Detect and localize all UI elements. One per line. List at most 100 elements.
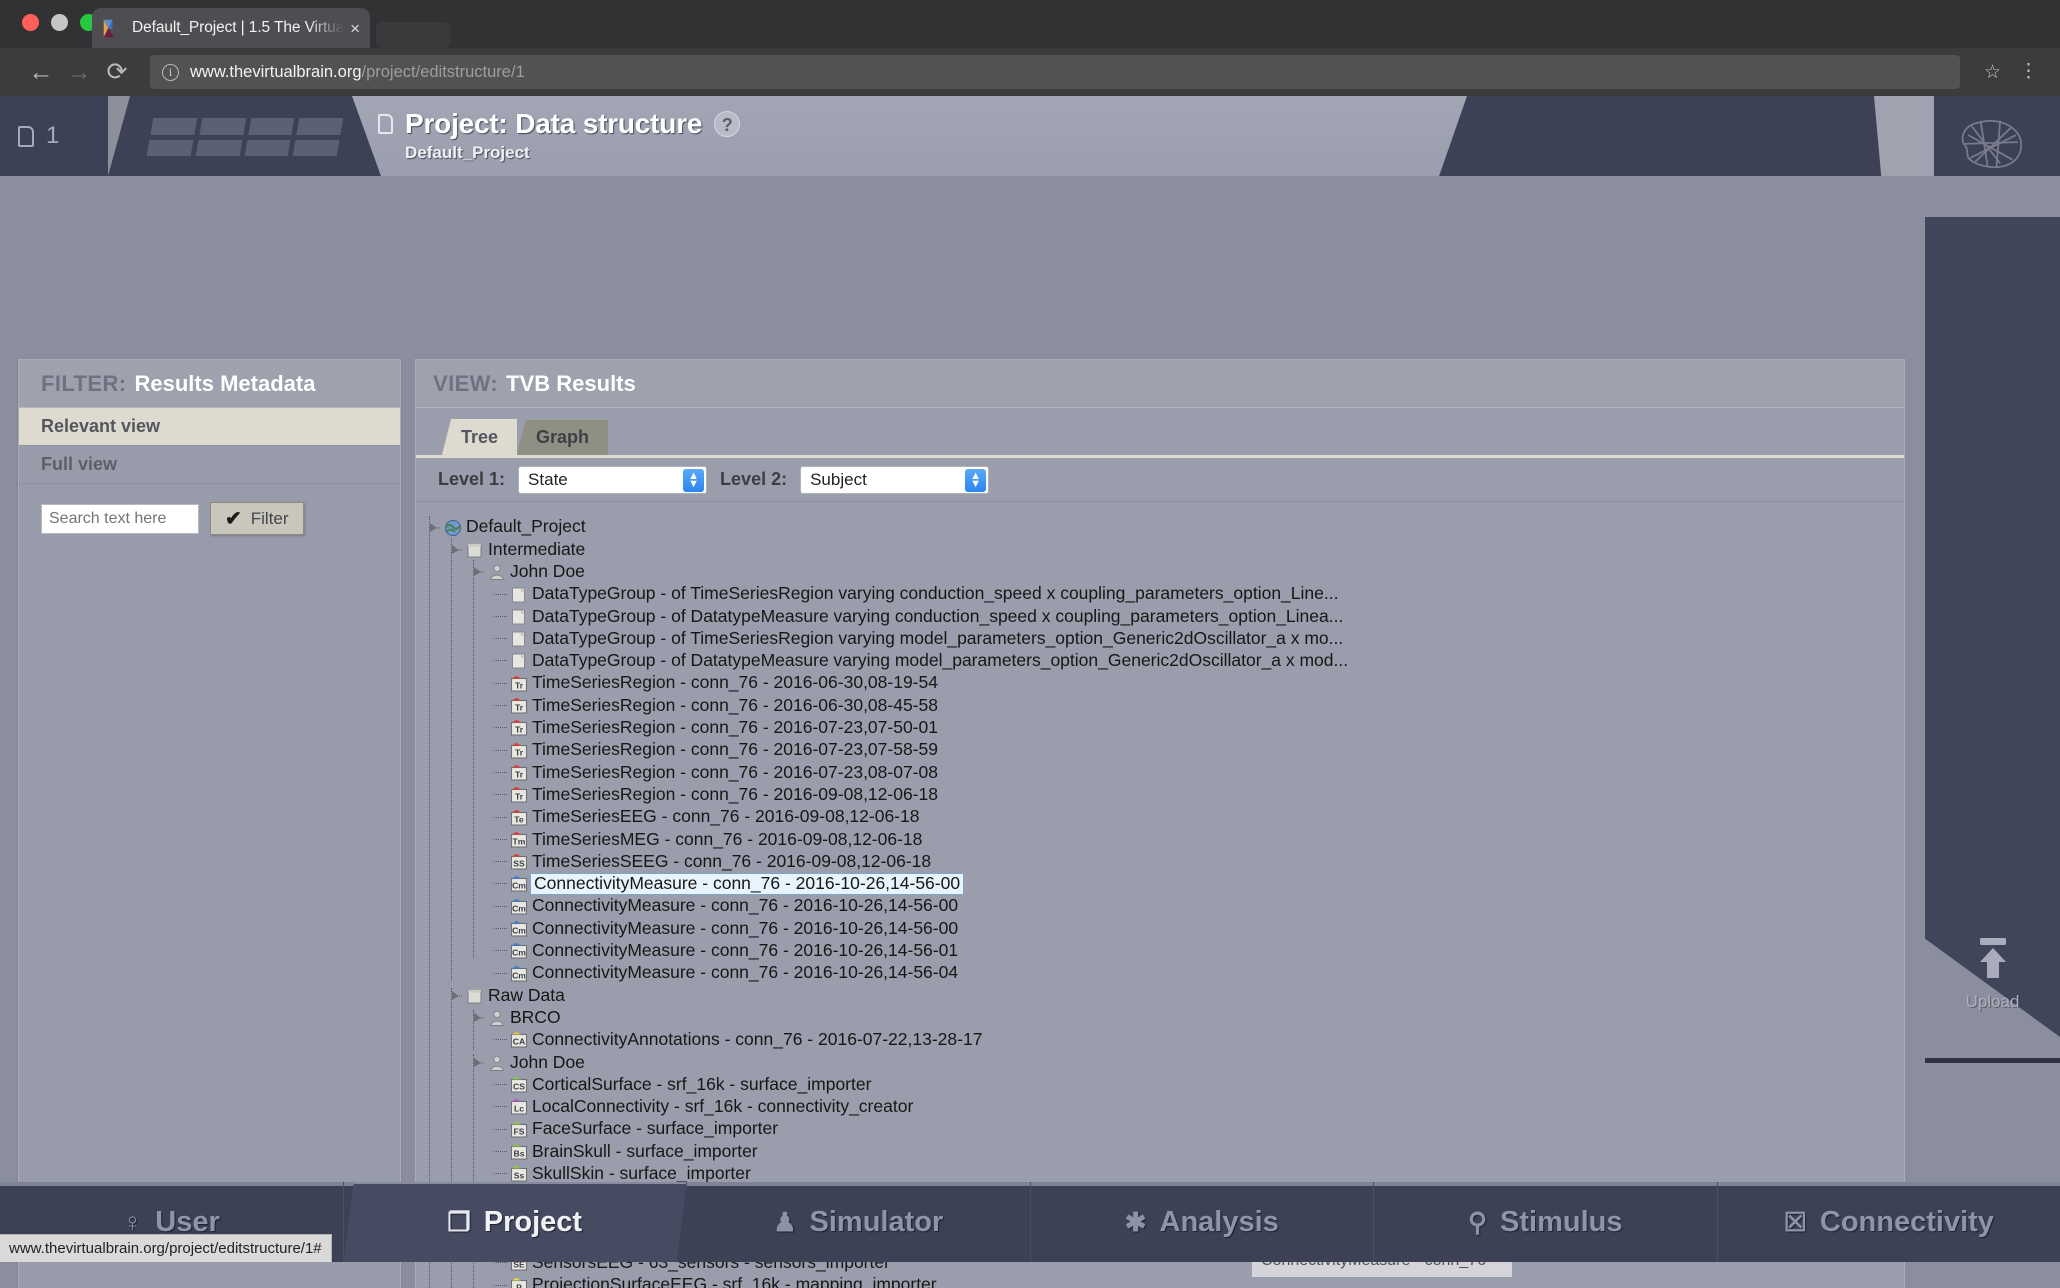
tree-node[interactable]: Tr TimeSeriesRegion - conn_76 - 2016-07-2…	[428, 717, 1904, 739]
bottom-nav-item-stimulus[interactable]: ⚲ Stimulus	[1374, 1182, 1718, 1262]
tree-node[interactable]: DataTypeGroup - of TimeSeriesRegion vary…	[428, 627, 1904, 649]
datatype-icon-fs: FS	[510, 1121, 528, 1138]
bottom-nav-item-connectivity[interactable]: ☒ Connectivity	[1718, 1182, 2060, 1262]
tree-node[interactable]: Cm ConnectivityMeasure - conn_76 - 2016-1…	[428, 940, 1904, 962]
chevron-updown-icon[interactable]: ▲ ▼	[683, 468, 705, 492]
svg-text:Cm: Cm	[512, 903, 526, 913]
tree-node[interactable]: BRCO	[428, 1007, 1904, 1029]
datatype-icon-cs: CS	[510, 1076, 528, 1093]
tree-node[interactable]: Tm TimeSeriesMEG - conn_76 - 2016-09-08,1…	[428, 828, 1904, 850]
close-icon[interactable]: ×	[350, 20, 360, 37]
close-window-button[interactable]	[22, 14, 39, 31]
filter-option-full-view[interactable]: Full view	[19, 446, 400, 484]
tree-node-label: TimeSeriesEEG - conn_76 - 2016-09-08,12-…	[532, 806, 920, 827]
tree-node[interactable]: DataTypeGroup - of TimeSeriesRegion vary…	[428, 583, 1904, 605]
browser-status-bar: www.thevirtualbrain.org/project/editstru…	[0, 1234, 332, 1262]
tab-graph[interactable]: Graph	[517, 419, 609, 455]
tree-node[interactable]: Cm ConnectivityMeasure - conn_76 - 2016-1…	[428, 872, 1904, 896]
tree-node[interactable]: Default_Project	[428, 516, 1904, 538]
level1-select[interactable]: State ▲ ▼	[518, 465, 708, 494]
tree-node[interactable]: DataTypeGroup - of DatatypeMeasure varyi…	[428, 650, 1904, 672]
minimize-window-button[interactable]	[51, 14, 68, 31]
tree-leaf-connector	[494, 1128, 507, 1130]
page-title: Project: Data structure	[405, 108, 703, 139]
browser-menu-icon[interactable]: ⋮	[2019, 62, 2038, 82]
browser-tab[interactable]: Default_Project | 1.5 The Virtua ×	[92, 8, 370, 48]
tree-node[interactable]: P ProjectionSurfaceEEG - srf_16k - mappin…	[428, 1274, 1904, 1288]
header-title-block: Project: Data structure ? Default_Projec…	[378, 108, 1378, 163]
search-input[interactable]	[41, 503, 199, 534]
bottom-nav-item-project[interactable]: ❐ Project	[343, 1182, 687, 1262]
filter-option-relevant-view[interactable]: Relevant view	[19, 408, 400, 446]
user-icon	[488, 1009, 505, 1027]
tree-node[interactable]: John Doe	[428, 1051, 1904, 1073]
bookmark-star-icon[interactable]: ☆	[1984, 61, 2001, 84]
rail-divider	[1925, 1058, 2060, 1063]
tree-node[interactable]: Bs BrainSkull - surface_importer	[428, 1140, 1904, 1162]
tree-guide-line	[473, 560, 474, 958]
datatype-icon-lc: Lc	[510, 1098, 528, 1115]
tree-leaf-connector	[494, 816, 507, 818]
tree-node[interactable]: Cm ConnectivityMeasure - conn_76 - 2016-1…	[428, 917, 1904, 939]
tree-leaf-connector	[494, 1084, 507, 1086]
tree-leaf-connector	[494, 727, 507, 729]
filter-value: Results Metadata	[134, 370, 316, 396]
tree-node[interactable]: Tr TimeSeriesRegion - conn_76 - 2016-06-3…	[428, 672, 1904, 694]
tree-guide-line	[473, 1010, 474, 1050]
datatype-icon-bs: Bs	[510, 1143, 528, 1160]
filter-button[interactable]: ✔ Filter	[210, 502, 304, 535]
tree-node[interactable]: Tr TimeSeriesRegion - conn_76 - 2016-07-2…	[428, 761, 1904, 783]
back-icon[interactable]: ←	[22, 59, 60, 85]
project-globe-icon	[444, 519, 461, 536]
tree-node-label: CorticalSurface - srf_16k - surface_impo…	[532, 1073, 872, 1094]
tree-node[interactable]: Cm ConnectivityMeasure - conn_76 - 2016-1…	[428, 962, 1904, 984]
tree-node[interactable]: Cm ConnectivityMeasure - conn_76 - 2016-1…	[428, 895, 1904, 917]
tree-node[interactable]: Raw Data	[428, 984, 1904, 1006]
bottom-nav-item-simulator[interactable]: ♟ Simulator	[687, 1182, 1031, 1262]
tree-node[interactable]: Tr TimeSeriesRegion - conn_76 - 2016-09-0…	[428, 784, 1904, 806]
tree-node[interactable]: CA ConnectivityAnnotations - conn_76 - 20…	[428, 1029, 1904, 1051]
datatype-icon-tr: Tr	[510, 764, 528, 781]
tree-node[interactable]: Te TimeSeriesEEG - conn_76 - 2016-09-08,1…	[428, 806, 1904, 828]
tab-tree[interactable]: Tree	[442, 419, 518, 455]
tree-node[interactable]: John Doe	[428, 561, 1904, 583]
upload-label: Upload	[1965, 992, 2020, 1011]
bottom-nav-item-analysis[interactable]: ✱ Analysis	[1031, 1182, 1374, 1262]
tree-node[interactable]: Lc LocalConnectivity - srf_16k - connecti…	[428, 1096, 1904, 1118]
level2-select[interactable]: Subject ▲ ▼	[800, 465, 990, 494]
site-info-icon[interactable]: i	[162, 63, 179, 81]
help-icon[interactable]: ?	[714, 111, 741, 137]
tree-node[interactable]: Tr TimeSeriesRegion - conn_76 - 2016-06-3…	[428, 694, 1904, 716]
tree-node[interactable]: Tr TimeSeriesRegion - conn_76 - 2016-07-2…	[428, 739, 1904, 761]
datatype-icon-tr: Tr	[510, 742, 528, 759]
chevron-updown-icon[interactable]: ▲ ▼	[965, 468, 987, 492]
datatype-icon-tr: Tr	[510, 697, 528, 714]
tree-node-label: ConnectivityMeasure - conn_76 - 2016-10-…	[532, 895, 959, 916]
tree-node-label: Raw Data	[488, 984, 565, 1005]
tree-node[interactable]: FS FaceSurface - surface_importer	[428, 1118, 1904, 1140]
tree-node[interactable]: Intermediate	[428, 538, 1904, 560]
tree-guide-line	[451, 538, 452, 981]
tree-node[interactable]: SS TimeSeriesSEEG - conn_76 - 2016-09-08,…	[428, 850, 1904, 872]
tree-leaf-connector	[494, 883, 507, 885]
forward-icon[interactable]: →	[60, 59, 98, 85]
new-tab-button[interactable]	[376, 22, 450, 48]
datatype-icon-cm: Cm	[510, 875, 528, 892]
window-traffic-lights[interactable]	[22, 14, 97, 31]
header-subtitle: Default_Project	[405, 143, 530, 162]
data-structure-tree[interactable]: Default_Project Intermediate John Doe DataT…	[416, 502, 1904, 1288]
upload-button[interactable]: Upload	[1925, 936, 2060, 1012]
app-header: 1 Project: Data structure ? Default_Proj…	[0, 96, 2060, 176]
tree-node[interactable]: CS CorticalSurface - srf_16k - surface_im…	[428, 1073, 1904, 1095]
address-bar[interactable]: i www.thevirtualbrain.org/project/editst…	[150, 55, 1960, 89]
level2-value: Subject	[810, 469, 867, 489]
tree-node[interactable]: DataTypeGroup - of DatatypeMeasure varyi…	[428, 605, 1904, 627]
reload-icon[interactable]: ⟳	[98, 59, 136, 85]
svg-text:Tr: Tr	[515, 680, 524, 690]
tree-node-label: TimeSeriesRegion - conn_76 - 2016-07-23,…	[532, 761, 938, 782]
datatype-icon-tr: Tr	[510, 719, 528, 736]
level1-value: State	[528, 469, 568, 489]
view-tabs: Tree Graph	[416, 408, 1904, 455]
tree-node-label: TimeSeriesMEG - conn_76 - 2016-09-08,12-…	[532, 828, 923, 849]
level1-label: Level 1:	[438, 469, 506, 489]
